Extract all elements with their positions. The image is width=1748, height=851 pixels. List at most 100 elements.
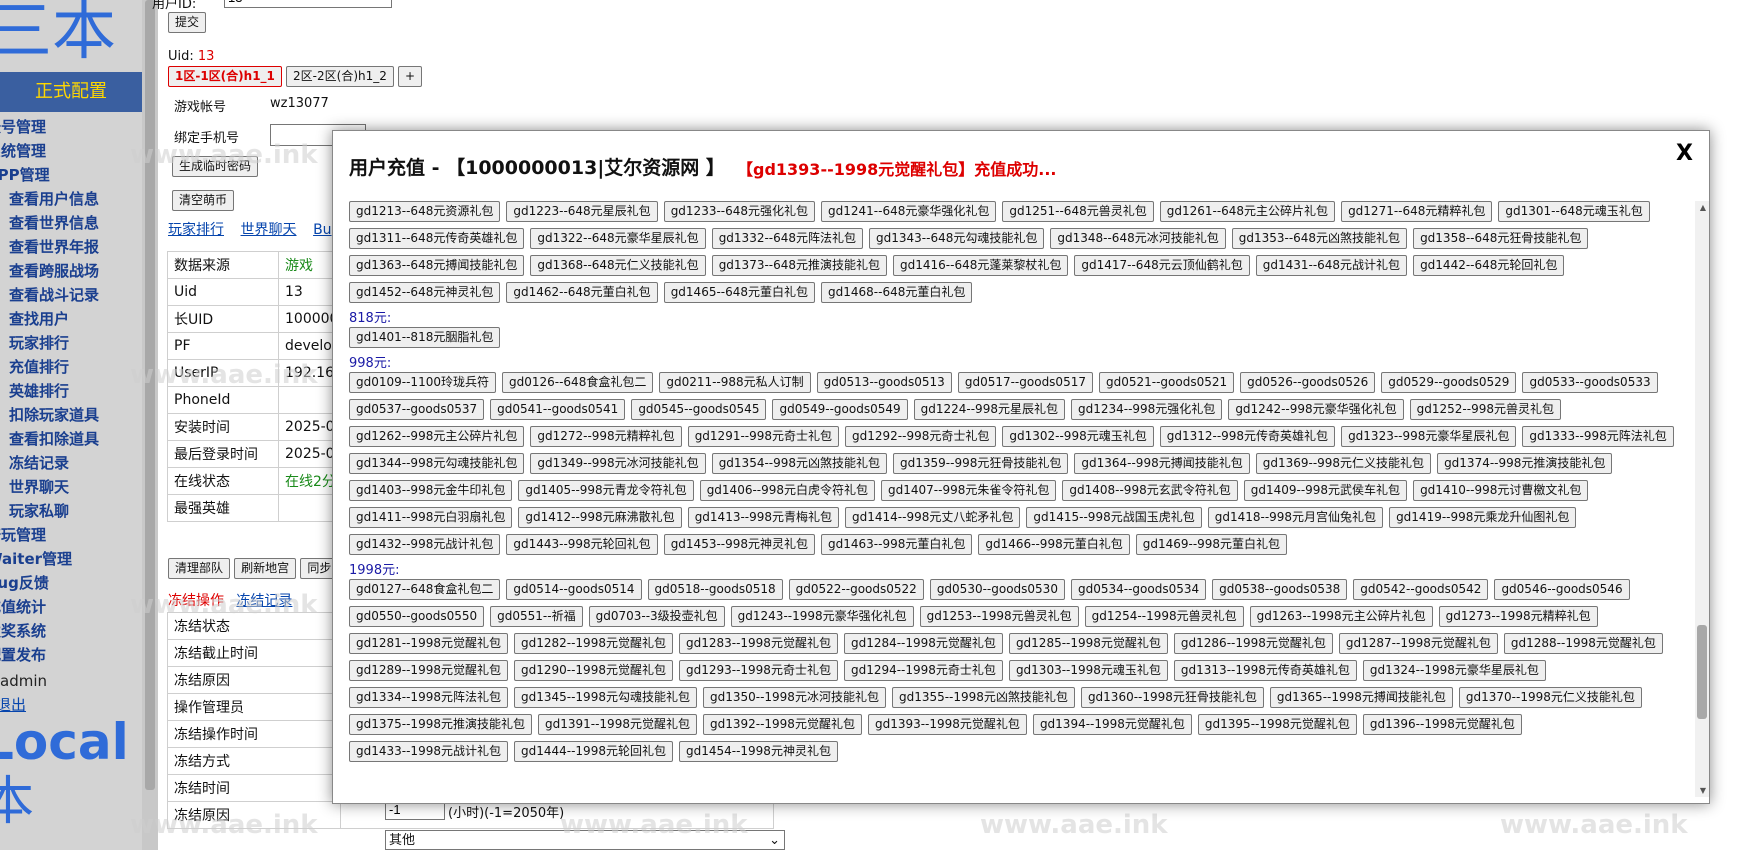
package-button[interactable]: gd1375--1998元推演技能礼包 <box>349 714 532 735</box>
package-button[interactable]: gd1360--1998元狂骨技能礼包 <box>1080 687 1264 708</box>
freeze-op-tab[interactable]: 冻结操作 <box>168 593 224 609</box>
sidebar-item[interactable]: 英雄排行 <box>0 379 142 403</box>
package-button[interactable]: gd1359--998元狂骨技能礼包 <box>893 453 1069 474</box>
package-button[interactable]: gd1272--998元精粹礼包 <box>530 426 682 447</box>
sidebar-item[interactable]: 充值统计 <box>0 595 142 619</box>
package-button[interactable]: gd1311--648元传奇英雄礼包 <box>349 228 525 249</box>
package-button[interactable]: gd0549--goods0549 <box>772 399 908 420</box>
package-button[interactable]: gd1373--648元推演技能礼包 <box>711 255 888 276</box>
sidebar-item[interactable]: 玩家私聊 <box>0 499 142 523</box>
submit-button[interactable]: 提交 <box>168 12 207 33</box>
package-button[interactable]: gd1413--998元青梅礼包 <box>687 507 840 528</box>
package-button[interactable]: gd1333--998元阵法礼包 <box>1522 426 1674 447</box>
scroll-down-icon[interactable]: ▼ <box>1700 786 1706 795</box>
package-button[interactable]: gd1364--998元搏闻技能礼包 <box>1074 453 1250 474</box>
sidebar-item[interactable]: 查看用户信息 <box>0 187 142 211</box>
package-button[interactable]: gd1286--1998元觉醒礼包 <box>1173 633 1333 654</box>
refresh-dungeon-button[interactable]: 刷新地宫 <box>234 558 297 579</box>
package-button[interactable]: gd1284--1998元觉醒礼包 <box>843 633 1003 654</box>
package-button[interactable]: gd1349--998元冰河技能礼包 <box>530 453 706 474</box>
package-button[interactable]: gd1291--998元奇士礼包 <box>687 426 840 447</box>
package-button[interactable]: gd1431--648元战计礼包 <box>1255 255 1408 276</box>
package-button[interactable]: gd0538--goods0538 <box>1212 579 1348 600</box>
package-button[interactable]: gd1253--1998元兽灵礼包 <box>919 606 1079 627</box>
package-button[interactable]: gd1313--1998元传奇英雄礼包 <box>1173 660 1357 681</box>
package-button[interactable]: gd1411--998元白羽扇礼包 <box>349 507 513 528</box>
package-button[interactable]: gd1290--1998元觉醒礼包 <box>513 660 673 681</box>
package-button[interactable]: gd1406--998元白虎令符礼包 <box>699 480 876 501</box>
package-button[interactable]: gd1403--998元金牛印礼包 <box>349 480 513 501</box>
package-button[interactable]: gd0530--goods0530 <box>929 579 1065 600</box>
package-button[interactable]: gd1407--998元朱雀令符礼包 <box>881 480 1057 501</box>
package-button[interactable]: gd0521--goods0521 <box>1098 372 1235 393</box>
sidebar-item[interactable]: 查找用户 <box>0 307 142 331</box>
package-button[interactable]: gd1374--998元推演技能礼包 <box>1437 453 1613 474</box>
package-button[interactable]: gd0526--goods0526 <box>1240 372 1376 393</box>
package-button[interactable]: gd0551--祈福 <box>490 606 583 627</box>
sidebar-item[interactable]: APP管理 <box>0 163 142 187</box>
package-button[interactable]: gd1394--1998元觉醒礼包 <box>1032 714 1192 735</box>
package-button[interactable]: gd1419--998元乘龙升仙图礼包 <box>1389 507 1577 528</box>
package-button[interactable]: gd0541--goods0541 <box>490 399 626 420</box>
sidebar-item[interactable]: 世界聊天 <box>0 475 142 499</box>
package-button[interactable]: gd1355--1998元凶煞技能礼包 <box>891 687 1075 708</box>
package-button[interactable]: gd1442--648元轮回礼包 <box>1413 255 1565 276</box>
sidebar-item[interactable]: 查看世界年报 <box>0 235 142 259</box>
package-button[interactable]: gd1292--998元奇士礼包 <box>845 426 997 447</box>
sidebar-item[interactable]: 充值排行 <box>0 355 142 379</box>
package-button[interactable]: gd1414--998元丈八蛇矛礼包 <box>845 507 1021 528</box>
package-button[interactable]: gd1301--648元魂玉礼包 <box>1498 201 1650 222</box>
package-button[interactable]: gd1466--998元董白礼包 <box>978 534 1130 555</box>
close-icon[interactable]: X <box>1676 141 1693 166</box>
package-button[interactable]: gd1224--998元星辰礼包 <box>913 399 1065 420</box>
package-button[interactable]: gd1213--648元资源礼包 <box>349 201 501 222</box>
package-button[interactable]: gd1469--998元董白礼包 <box>1135 534 1288 555</box>
package-button[interactable]: gd1415--998元战国玉虎礼包 <box>1026 507 1202 528</box>
generate-temp-password-button[interactable]: 生成临时密码 <box>172 156 259 177</box>
package-button[interactable]: gd0703--3级投壶礼包 <box>588 606 725 627</box>
package-button[interactable]: gd0126--648食盒礼包二 <box>501 372 654 393</box>
package-button[interactable]: gd1285--1998元觉醒礼包 <box>1008 633 1168 654</box>
package-button[interactable]: gd1405--998元青龙令符礼包 <box>518 480 694 501</box>
package-button[interactable]: gd1369--998元仁义技能礼包 <box>1255 453 1432 474</box>
package-button[interactable]: gd1288--1998元觉醒礼包 <box>1503 633 1663 654</box>
package-button[interactable]: gd1465--648元董白礼包 <box>663 282 816 303</box>
link-player-rank[interactable]: 玩家排行 <box>168 222 224 238</box>
package-button[interactable]: gd1312--998元传奇英雄礼包 <box>1159 426 1336 447</box>
package-button[interactable]: gd0533--goods0533 <box>1522 372 1658 393</box>
package-button[interactable]: gd1251--648元兽灵礼包 <box>1002 201 1154 222</box>
package-button[interactable]: gd1463--998元董白礼包 <box>821 534 973 555</box>
package-button[interactable]: gd1334--1998元阵法礼包 <box>349 687 508 708</box>
package-button[interactable]: gd0109--1100玲珑兵符 <box>349 372 496 393</box>
package-button[interactable]: gd1370--1998元仁义技能礼包 <box>1458 687 1642 708</box>
sidebar-item[interactable]: 帐号管理 <box>0 115 142 139</box>
package-button[interactable]: gd1393--1998元觉醒礼包 <box>867 714 1027 735</box>
server-tab-2[interactable]: 2区-2区(合)h1_2 <box>286 66 394 87</box>
package-button[interactable]: gd1444--1998元轮回礼包 <box>513 741 673 762</box>
package-button[interactable]: gd1243--1998元豪华强化礼包 <box>730 606 914 627</box>
package-button[interactable]: gd1353--648元凶煞技能礼包 <box>1231 228 1408 249</box>
package-button[interactable]: gd1343--648元勾魂技能礼包 <box>869 228 1045 249</box>
sidebar-item[interactable]: 陪玩管理 <box>0 523 142 547</box>
package-button[interactable]: gd1242--998元豪华强化礼包 <box>1228 399 1404 420</box>
link-world-chat[interactable]: 世界聊天 <box>241 222 297 238</box>
package-button[interactable]: gd1417--648元云顶仙鹤礼包 <box>1074 255 1250 276</box>
package-button[interactable]: gd1416--648元蓬莱黎杖礼包 <box>893 255 1069 276</box>
package-button[interactable]: gd1363--648元搏闻技能礼包 <box>349 255 525 276</box>
package-button[interactable]: gd1332--648元阵法礼包 <box>711 228 864 249</box>
package-button[interactable]: gd1433--1998元战计礼包 <box>349 741 508 762</box>
package-button[interactable]: gd1282--1998元觉醒礼包 <box>513 633 673 654</box>
package-button[interactable]: gd1294--1998元奇士礼包 <box>843 660 1003 681</box>
package-button[interactable]: gd0546--goods0546 <box>1494 579 1630 600</box>
package-button[interactable]: gd1262--998元主公碎片礼包 <box>349 426 525 447</box>
package-button[interactable]: gd1358--648元狂骨技能礼包 <box>1413 228 1589 249</box>
package-button[interactable]: gd0127--648食盒礼包二 <box>349 579 501 600</box>
freeze-record-link[interactable]: 冻结记录 <box>236 593 292 609</box>
add-server-tab-button[interactable]: + <box>398 66 423 87</box>
package-button[interactable]: gd1293--1998元奇士礼包 <box>678 660 838 681</box>
package-button[interactable]: gd1281--1998元觉醒礼包 <box>349 633 508 654</box>
server-tab-1[interactable]: 1区-1区(合)h1_1 <box>168 66 282 87</box>
clear-coins-button[interactable]: 清空萌币 <box>172 190 235 211</box>
package-button[interactable]: gd1303--1998元魂玉礼包 <box>1008 660 1168 681</box>
clear-troops-button[interactable]: 清理部队 <box>168 558 231 579</box>
